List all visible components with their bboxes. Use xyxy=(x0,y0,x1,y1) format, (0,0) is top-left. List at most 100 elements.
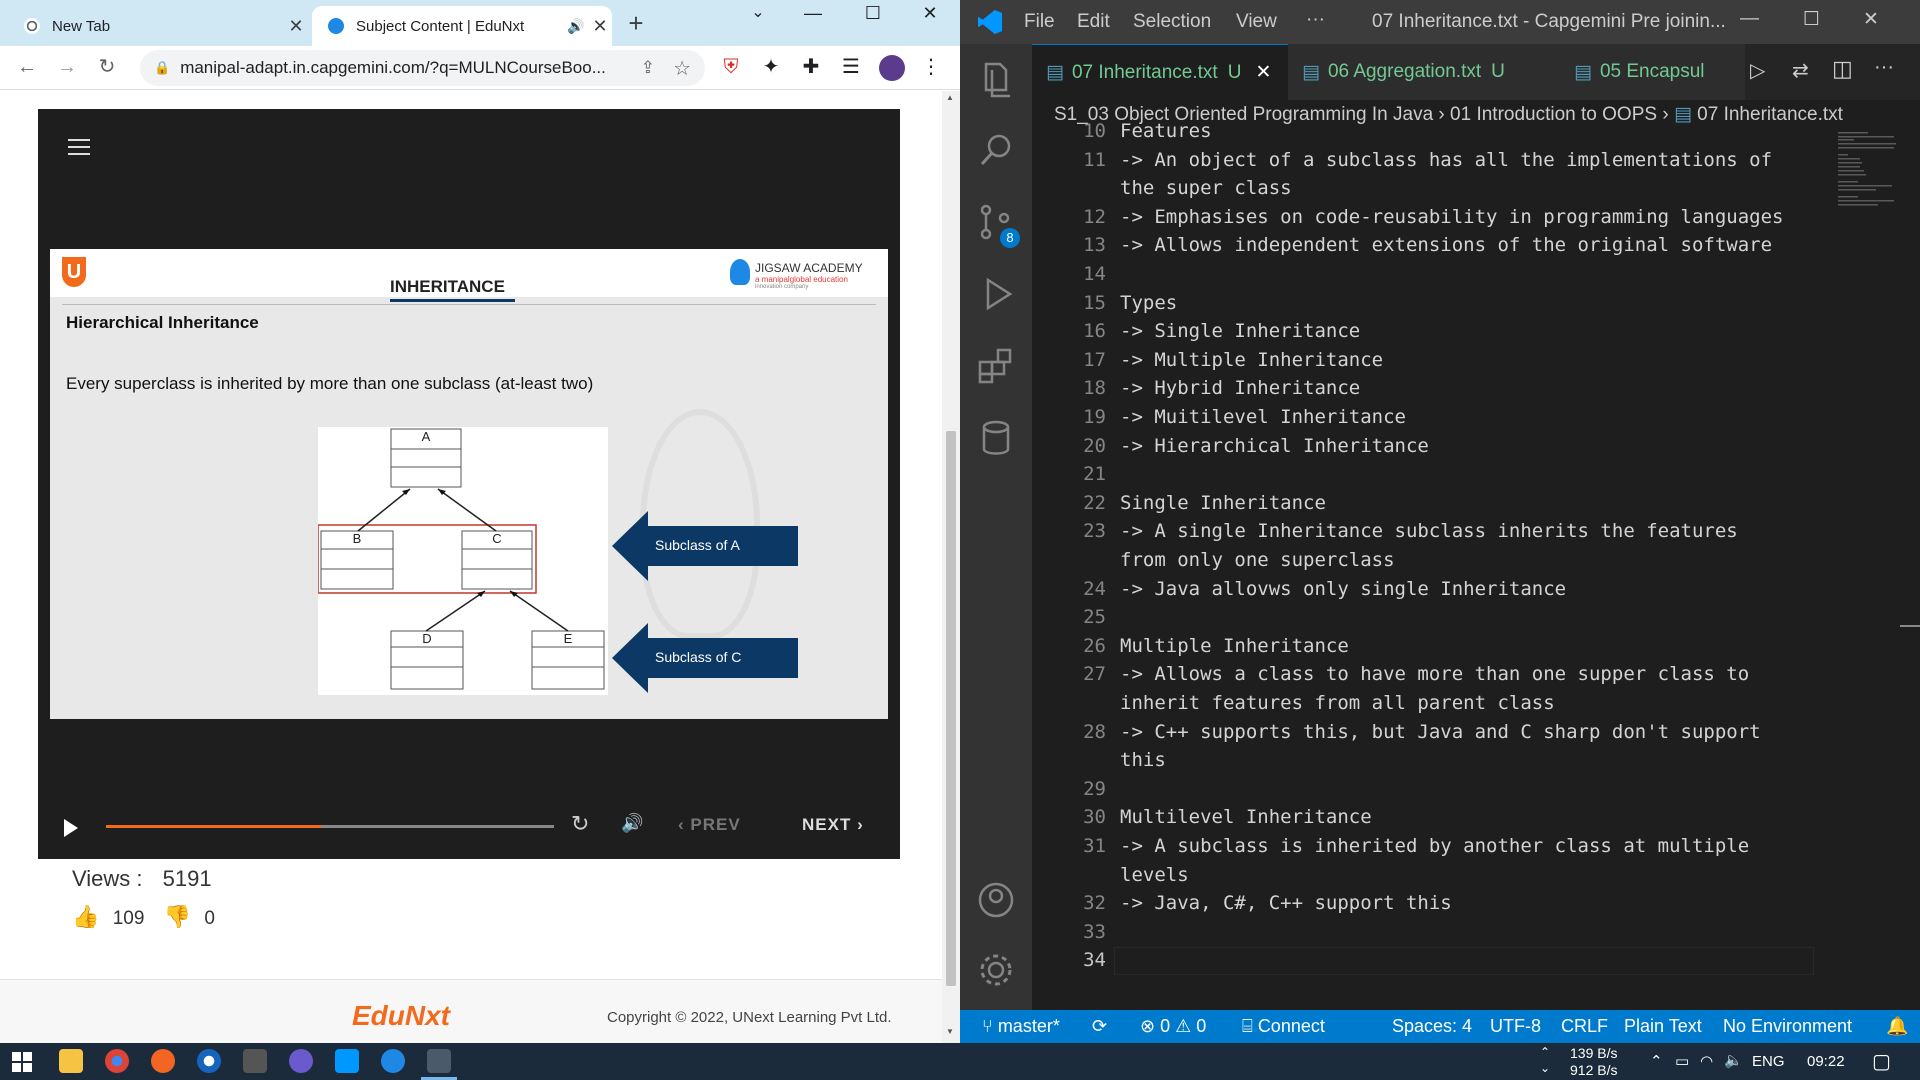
code-line[interactable]: the super class xyxy=(1120,177,1292,199)
settings-gear-icon[interactable] xyxy=(976,950,1016,990)
replay-icon[interactable]: ↻ xyxy=(571,811,589,837)
lock-icon[interactable]: 🔒 xyxy=(154,60,170,76)
tab-edunxt[interactable]: Subject Content | EduNxt 🔊 ✕ xyxy=(312,6,612,46)
close-tab-icon[interactable]: ✕ xyxy=(588,16,612,37)
file-explorer-icon[interactable] xyxy=(59,1049,83,1073)
code-editor[interactable]: 10 Features 11 -> An object of a subclass h… xyxy=(1032,120,1920,1010)
code-line[interactable]: from only one superclass xyxy=(1120,549,1395,571)
back-arrow-icon[interactable]: ← xyxy=(12,52,42,82)
show-hidden-icons-icon[interactable]: ⌃ xyxy=(1650,1052,1663,1070)
tab-aggregation[interactable]: ▤ 06 Aggregation.txt U xyxy=(1288,44,1560,100)
eclipse-icon[interactable] xyxy=(289,1049,313,1073)
more-actions-icon[interactable]: ··· xyxy=(1874,56,1894,79)
minimap[interactable] xyxy=(1836,130,1902,210)
menu-selection[interactable]: Selection xyxy=(1133,11,1211,33)
wifi-icon[interactable]: ◠ xyxy=(1700,1052,1713,1070)
extensions-icon[interactable] xyxy=(976,346,1016,386)
code-line[interactable]: -> Allows independent extensions of the … xyxy=(1120,234,1772,256)
forward-arrow-icon[interactable]: → xyxy=(52,52,82,82)
extension-cat-icon[interactable]: ✦ xyxy=(756,52,786,82)
code-line[interactable]: -> Single Inheritance xyxy=(1120,320,1360,342)
close-tab-icon[interactable]: ✕ xyxy=(284,16,308,37)
code-line[interactable]: -> Emphasises on code-reusability in pro… xyxy=(1120,206,1783,228)
menu-edit[interactable]: Edit xyxy=(1077,11,1110,33)
split-editor-icon[interactable]: ◫ xyxy=(1832,56,1853,82)
menu-file[interactable]: File xyxy=(1024,11,1055,33)
breadcrumb-subfolder[interactable]: 01 Introduction to OOPS xyxy=(1450,104,1657,125)
breadcrumb-folder[interactable]: S1_03 Object Oriented Programming In Jav… xyxy=(1054,104,1433,125)
code-line[interactable]: -> Muitilevel Inheritance xyxy=(1120,406,1406,428)
volume-icon[interactable]: 🔊 xyxy=(621,813,643,834)
clock[interactable]: 09:22 xyxy=(1807,1053,1845,1070)
battery-icon[interactable]: ▭ xyxy=(1675,1052,1689,1070)
extension-shield-icon[interactable]: ⛨ xyxy=(716,52,746,82)
address-bar[interactable]: 🔒 manipal-adapt.in.capgemini.com/?q=MULN… xyxy=(140,50,705,86)
problems-indicator[interactable]: ⊗ 0 ⚠ 0 xyxy=(1140,1010,1206,1043)
thumbs-down-icon[interactable]: 👎 xyxy=(164,904,191,929)
scroll-down-icon[interactable]: ▼ xyxy=(946,1027,954,1036)
editor-scrollbar[interactable] xyxy=(1902,130,1916,1010)
indentation[interactable]: Spaces: 4 xyxy=(1392,1010,1472,1043)
notifications-bell-icon[interactable]: 🔔 xyxy=(1886,1010,1908,1043)
code-line[interactable]: -> Java, C#, C++ support this xyxy=(1120,892,1452,914)
app-circle-icon[interactable] xyxy=(197,1049,221,1073)
speaker-icon[interactable]: 🔈 xyxy=(1724,1051,1743,1069)
tab-encapsulation[interactable]: ▤ 05 Encapsul xyxy=(1560,44,1745,100)
minimize-button[interactable]: — xyxy=(1740,8,1759,30)
minimize-button[interactable]: — xyxy=(785,0,841,40)
thumbs-up-icon[interactable]: 👍 xyxy=(72,904,99,929)
maximize-button[interactable]: ☐ xyxy=(1803,8,1820,31)
app-feather-icon[interactable] xyxy=(243,1049,267,1073)
next-button[interactable]: NEXT › xyxy=(802,815,864,835)
tab-search-icon[interactable]: ⌄ xyxy=(730,0,786,40)
code-line[interactable]: -> Multiple Inheritance xyxy=(1120,349,1383,371)
line-ending[interactable]: CRLF xyxy=(1561,1010,1608,1043)
profile-avatar[interactable] xyxy=(877,52,907,82)
code-line[interactable]: -> Allows a class to have more than one … xyxy=(1120,663,1749,685)
git-branch[interactable]: ⑂ master* xyxy=(982,1010,1060,1043)
language-mode[interactable]: Plain Text xyxy=(1624,1010,1702,1043)
encoding[interactable]: UTF-8 xyxy=(1490,1010,1541,1043)
code-line[interactable]: -> Hybrid Inheritance xyxy=(1120,377,1360,399)
database-icon[interactable] xyxy=(976,418,1016,458)
start-windows-icon[interactable] xyxy=(12,1052,32,1072)
code-line[interactable]: Single Inheritance xyxy=(1120,492,1326,514)
code-line[interactable]: this xyxy=(1120,749,1166,771)
explorer-icon[interactable] xyxy=(976,58,1016,98)
code-line[interactable]: levels xyxy=(1120,864,1189,886)
close-window-button[interactable]: ✕ xyxy=(1863,8,1879,31)
search-icon[interactable] xyxy=(976,130,1016,170)
code-line[interactable]: -> C++ supports this, but Java and C sha… xyxy=(1120,721,1761,743)
tab-inheritance[interactable]: ▤ 07 Inheritance.txt U ✕ xyxy=(1032,44,1288,100)
prev-button[interactable]: ‹ PREV xyxy=(678,815,741,835)
page-scrollbar[interactable]: ▲ ▼ xyxy=(942,91,960,1043)
breadcrumb-file[interactable]: 07 Inheritance.txt xyxy=(1697,104,1843,125)
tab-new-tab[interactable]: New Tab ✕ xyxy=(8,6,308,46)
code-line[interactable]: -> Hierarchical Inheritance xyxy=(1120,435,1429,457)
code-line[interactable]: -> A subclass is inherited by another cl… xyxy=(1120,835,1749,857)
code-line[interactable]: -> Java allovws only single Inheritance xyxy=(1120,578,1566,600)
account-icon[interactable] xyxy=(976,880,1016,920)
app-orange-icon[interactable] xyxy=(151,1049,175,1073)
share-icon[interactable]: ⇪ xyxy=(641,58,655,78)
close-tab-icon[interactable]: ✕ xyxy=(1255,61,1271,84)
play-icon[interactable] xyxy=(64,819,78,837)
code-line[interactable]: Types xyxy=(1120,292,1177,314)
chrome-menu-icon[interactable]: ⋮ xyxy=(916,52,946,82)
scrollbar-thumb[interactable] xyxy=(946,431,956,986)
code-line[interactable]: Multiple Inheritance xyxy=(1120,635,1349,657)
extensions-puzzle-icon[interactable]: ✚ xyxy=(796,52,826,82)
close-window-button[interactable]: ✕ xyxy=(902,0,958,40)
compare-changes-icon[interactable]: ⇄ xyxy=(1792,58,1809,83)
hamburger-menu-icon[interactable] xyxy=(68,139,90,155)
vscode-taskbar-icon[interactable] xyxy=(335,1049,359,1073)
input-language[interactable]: ENG xyxy=(1752,1053,1785,1070)
edunxt-app-icon[interactable] xyxy=(381,1049,405,1073)
notification-center-icon[interactable]: ▢ xyxy=(1872,1049,1891,1074)
code-line[interactable]: inherit features from all parent class xyxy=(1120,692,1555,714)
media-queue-icon[interactable]: ☰ xyxy=(836,52,866,82)
code-line[interactable]: -> A single Inheritance subclass inherit… xyxy=(1120,520,1738,542)
run-debug-icon[interactable] xyxy=(976,274,1016,314)
menu-more[interactable]: ··· xyxy=(1306,9,1325,31)
menu-view[interactable]: View xyxy=(1236,11,1277,33)
